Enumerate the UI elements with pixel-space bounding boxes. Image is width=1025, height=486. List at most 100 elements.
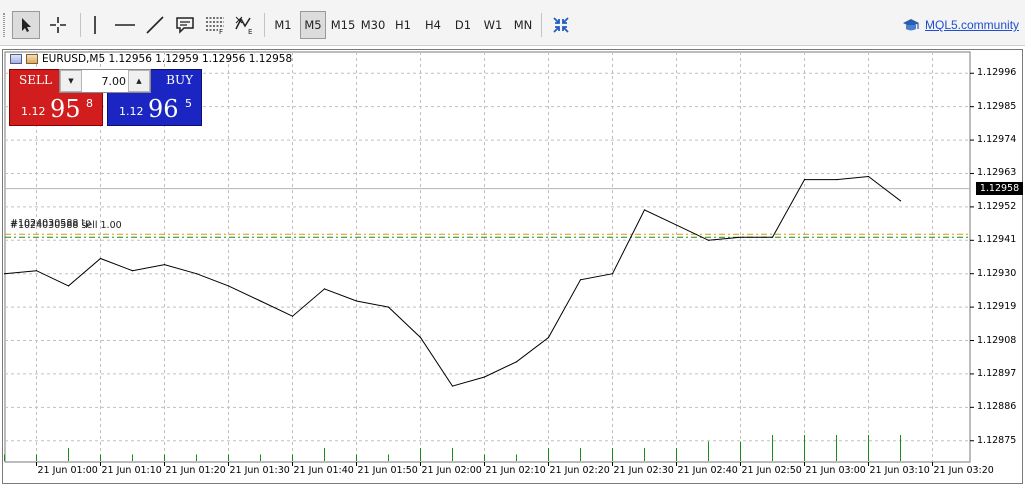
price-point	[163, 263, 166, 266]
price-line	[4, 175, 901, 387]
price-point	[515, 361, 518, 363]
time-axis-label: 21 Jun 03:10	[869, 465, 930, 476]
lot-size-field[interactable]: ▼ 7.00 ▲	[59, 69, 151, 93]
price-point	[195, 273, 198, 275]
chart-window[interactable]: EURUSD,M5 1.12956 1.12959 1.12956 1.1295…	[2, 49, 1023, 484]
toolbar: F E M1 M5 M15 M30 H1 H4 D1 W1 MN MQL5.co…	[0, 0, 1025, 46]
fit-chart-button[interactable]	[547, 11, 575, 39]
chart-header: EURUSD,M5 1.12956 1.12959 1.12956 1.1295…	[10, 53, 292, 65]
timeframe-label: M1	[274, 18, 292, 32]
svg-text:E: E	[248, 28, 252, 35]
trendline-icon	[146, 16, 164, 34]
symbol-ohlc-line: EURUSD,M5 1.12956 1.12959 1.12956 1.1295…	[42, 53, 293, 65]
cursor-tool-button[interactable]	[12, 11, 40, 39]
price-axis-label: 1.12963	[977, 167, 1017, 179]
text-label-tool-button[interactable]	[172, 11, 198, 39]
horizontal-line-tool-button[interactable]	[112, 11, 138, 39]
current-price-label: 1.12958	[976, 181, 1023, 195]
price-point	[579, 279, 582, 281]
time-axis-label: 21 Jun 01:40	[293, 465, 354, 476]
price-point	[483, 376, 486, 378]
fibonacci-tool-button[interactable]: F	[202, 11, 228, 39]
timeframe-h1[interactable]: H1	[390, 11, 416, 39]
price-point	[291, 315, 294, 317]
time-axis-label: 21 Jun 02:10	[485, 465, 546, 476]
time-axis-label: 21 Jun 01:10	[101, 465, 162, 476]
timeframe-m1[interactable]: M1	[270, 11, 296, 39]
mql5-community-link[interactable]: MQL5.community	[902, 17, 1019, 33]
price-point	[131, 270, 134, 272]
timeframe-label: M30	[360, 18, 386, 32]
time-axis-label: 21 Jun 03:00	[805, 465, 866, 476]
timeframe-mn[interactable]: MN	[509, 11, 537, 39]
elliott-tool-button[interactable]: E	[232, 11, 258, 39]
time-axis-label: 21 Jun 01:20	[165, 465, 226, 476]
time-axis-label: 21 Jun 02:30	[613, 465, 674, 476]
time-axis-label: 21 Jun 01:30	[229, 465, 290, 476]
one-click-trading-panel: SELL 1.12 95 8 BUY 1.12 96 5 ▼ 7.00 ▲	[9, 69, 202, 126]
toolbar-separator	[264, 13, 265, 37]
cursor-icon	[22, 18, 31, 32]
price-point	[387, 306, 390, 308]
buy-price-prefix: 1.12	[119, 105, 144, 118]
timeframe-h4[interactable]: H4	[420, 11, 446, 39]
time-axis-label: 21 Jun 02:50	[741, 465, 802, 476]
time-axis-label: 21 Jun 02:00	[421, 465, 482, 476]
timeframe-label: M5	[304, 18, 322, 32]
price-point	[867, 175, 870, 178]
price-point	[67, 285, 70, 287]
elliott-icon: E	[235, 16, 252, 35]
price-point	[451, 385, 454, 387]
timeframe-w1[interactable]: W1	[480, 11, 506, 39]
price-axis-label: 1.12952	[977, 200, 1017, 212]
text-label-icon	[176, 17, 194, 34]
price-axis-label: 1.12908	[977, 334, 1017, 346]
sell-price-prefix: 1.12	[21, 105, 46, 118]
fibonacci-icon: F	[206, 17, 224, 35]
mql5-hat-icon	[903, 19, 919, 31]
order-sell-label[interactable]: #1024030588 sell 1.00	[10, 220, 122, 231]
lot-size-value[interactable]: 7.00	[84, 75, 127, 88]
timeframe-label: W1	[483, 18, 503, 32]
toolbar-grip[interactable]	[3, 13, 5, 37]
lot-decrease-button[interactable]: ▼	[60, 70, 82, 92]
trendline-tool-button[interactable]	[142, 11, 168, 39]
timeframe-m30[interactable]: M30	[359, 11, 387, 39]
timeframe-label: H4	[425, 18, 441, 32]
timeframe-label: MN	[513, 18, 533, 32]
vertical-line-tool-button[interactable]	[84, 11, 106, 39]
price-axis-label: 1.12930	[977, 267, 1017, 279]
lot-increase-button[interactable]: ▲	[128, 70, 150, 92]
price-point	[99, 257, 102, 260]
price-point	[739, 236, 742, 238]
time-axis-label: 21 Jun 03:20	[933, 465, 994, 476]
sell-label: SELL	[19, 73, 52, 87]
horizontal-line-icon	[115, 24, 135, 26]
sell-price-point: 8	[86, 97, 93, 110]
price-point	[835, 178, 838, 181]
crosshair-tool-button[interactable]	[44, 11, 72, 39]
buy-price-point: 5	[185, 97, 192, 110]
crosshair-icon	[50, 17, 66, 33]
time-axis-label: 21 Jun 02:40	[677, 465, 738, 476]
timeframe-label: D1	[454, 18, 472, 32]
mql5-community-label: MQL5.community	[925, 18, 1020, 32]
timeframe-m5[interactable]: M5	[300, 11, 326, 39]
flag-icon	[26, 54, 38, 64]
price-point	[323, 288, 326, 290]
price-point	[259, 300, 262, 302]
time-axis-label: 21 Jun 02:20	[549, 465, 610, 476]
toolbar-separator	[80, 13, 81, 37]
price-point	[899, 200, 902, 202]
price-axis-label: 1.12941	[977, 234, 1017, 246]
price-point	[35, 270, 38, 272]
price-axis-label: 1.12919	[977, 301, 1017, 313]
price-point	[419, 336, 422, 339]
price-point	[675, 224, 678, 226]
price-point	[643, 209, 646, 211]
timeframe-m15[interactable]: M15	[329, 11, 357, 39]
timeframe-d1[interactable]: D1	[450, 11, 476, 39]
price-axis-label: 1.12875	[977, 434, 1017, 446]
price-axis-label: 1.12996	[977, 67, 1017, 79]
time-axis-label: 21 Jun 01:50	[357, 465, 418, 476]
